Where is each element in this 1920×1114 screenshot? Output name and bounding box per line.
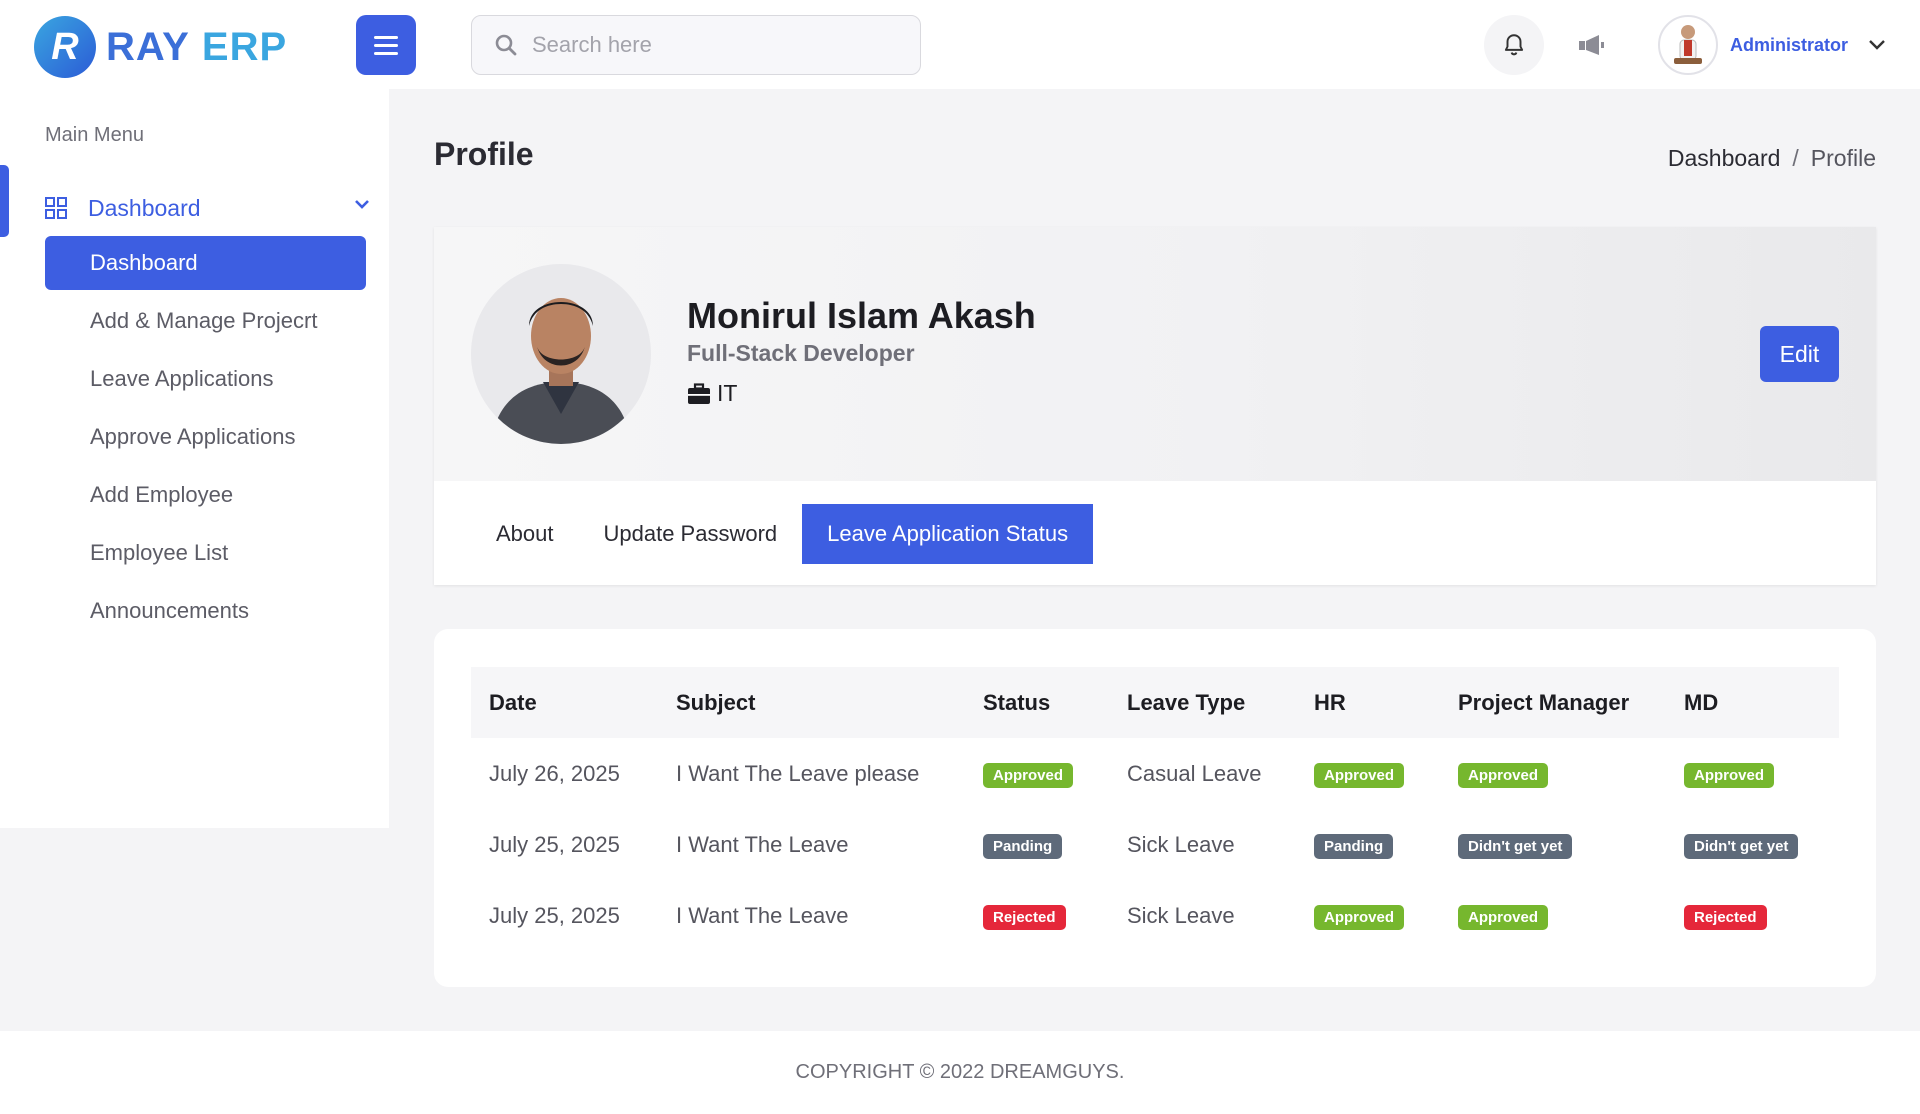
hr-status-badge: Panding — [1314, 833, 1394, 859]
column-header: Subject — [676, 689, 756, 715]
pm-status-badge: Approved — [1458, 904, 1549, 930]
copyright-text: COPYRIGHT © 2022 DREAMGUYS. — [795, 1061, 1125, 1083]
profile-tabs: About Update Password Leave Application … — [471, 504, 1094, 564]
footer: COPYRIGHT © 2022 DREAMGUYS. — [0, 1031, 1920, 1114]
table-header-row: Date Subject Status Leave Type HR Projec… — [471, 667, 1839, 738]
breadcrumb-current: Profile — [1810, 145, 1876, 171]
grid-icon — [45, 197, 67, 219]
md-status-badge: Rejected — [1684, 904, 1767, 930]
brand-first: RAY — [106, 24, 190, 69]
sidebar-item-leave-applications[interactable]: Leave Applications — [45, 352, 366, 406]
user-menu[interactable]: Administrator — [1658, 15, 1886, 75]
tab-update-password[interactable]: Update Password — [579, 504, 803, 564]
sidebar-item-add-employee[interactable]: Add Employee — [45, 468, 366, 522]
department-label: IT — [717, 380, 738, 406]
column-header: HR — [1314, 689, 1346, 715]
status-badge: Approved — [983, 762, 1074, 788]
subject-cell: I Want The Leave — [676, 902, 849, 928]
status-badge: Rejected — [983, 904, 1066, 930]
brand-logo[interactable]: R RAY ERP — [34, 15, 304, 79]
tab-about[interactable]: About — [471, 504, 579, 564]
sidebar-item-announcements[interactable]: Announcements — [45, 584, 366, 638]
chevron-down-icon — [1869, 40, 1885, 50]
date-cell: July 25, 2025 — [489, 902, 620, 928]
logo-icon: R — [34, 16, 96, 78]
profile-person-image — [471, 264, 651, 444]
leave-type-cell: Sick Leave — [1127, 831, 1235, 857]
status-badge: Panding — [983, 833, 1063, 859]
sidebar-toggle-button[interactable] — [356, 15, 416, 75]
hamburger-icon — [374, 35, 398, 39]
user-name: Administrator — [1730, 34, 1849, 55]
megaphone-icon — [1579, 35, 1604, 55]
search-input[interactable] — [532, 32, 912, 58]
leave-status-table: Date Subject Status Leave Type HR Projec… — [471, 667, 1839, 951]
sidebar-item-employee-list[interactable]: Employee List — [45, 526, 366, 580]
leave-type-cell: Casual Leave — [1127, 760, 1262, 786]
edit-profile-button[interactable]: Edit — [1760, 326, 1839, 382]
avatar — [1658, 15, 1718, 75]
profile-header: Monirul Islam Akash Full-Stack Developer… — [434, 227, 1876, 481]
date-cell: July 26, 2025 — [489, 760, 620, 786]
column-header: Date — [489, 689, 537, 715]
brand-name: RAY ERP — [106, 25, 287, 70]
table-row: July 25, 2025 I Want The Leave Rejected … — [471, 880, 1839, 951]
breadcrumb-separator: / — [1792, 145, 1799, 171]
sidebar-item-add-manage-project[interactable]: Add & Manage Projecrt — [45, 294, 366, 348]
breadcrumb: Dashboard / Profile — [1668, 145, 1876, 172]
subject-cell: I Want The Leave — [676, 831, 849, 857]
sidebar-submenu: Dashboard Add & Manage Projecrt Leave Ap… — [45, 236, 366, 642]
profile-card: Monirul Islam Akash Full-Stack Developer… — [434, 227, 1876, 585]
sidebar-menu-title: Main Menu — [45, 124, 144, 146]
sidebar-item-dashboard[interactable]: Dashboard — [45, 236, 366, 290]
page-title: Profile — [434, 136, 534, 172]
hr-status-badge: Approved — [1314, 904, 1405, 930]
top-header: R RAY ERP Search here Administrator — [0, 0, 1920, 89]
column-header: Leave Type — [1127, 689, 1246, 715]
date-cell: July 25, 2025 — [489, 831, 620, 857]
md-status-badge: Approved — [1684, 762, 1775, 788]
hr-status-badge: Approved — [1314, 762, 1405, 788]
subject-cell: I Want The Leave please — [676, 760, 920, 786]
pm-status-badge: Approved — [1458, 762, 1549, 788]
breadcrumb-dashboard-link[interactable]: Dashboard — [1668, 145, 1781, 172]
column-header: MD — [1684, 689, 1719, 715]
sidebar-item-approve-applications[interactable]: Approve Applications — [45, 410, 366, 464]
profile-name: Monirul Islam Akash — [687, 295, 1036, 336]
bell-icon — [1504, 34, 1524, 56]
search-box — [471, 15, 921, 75]
pm-status-badge: Didn't get yet — [1458, 833, 1573, 859]
brand-second: ERP — [201, 24, 288, 69]
column-header: Status — [983, 689, 1051, 715]
table-row: July 25, 2025 I Want The Leave Panding S… — [471, 809, 1839, 880]
announcements-button[interactable] — [1576, 30, 1606, 60]
profile-photo — [471, 264, 651, 444]
search-icon — [495, 34, 517, 56]
user-avatar-icon — [1674, 25, 1702, 64]
table-row: July 26, 2025 I Want The Leave please Ap… — [471, 738, 1839, 809]
sidebar: Main Menu Dashboard Dashboard Add & Mana… — [0, 89, 389, 828]
profile-role: Full-Stack Developer — [687, 340, 915, 366]
leave-type-cell: Sick Leave — [1127, 902, 1235, 928]
chevron-down-icon — [355, 200, 369, 209]
sidebar-group-label: Dashboard — [88, 194, 201, 221]
tab-leave-application-status[interactable]: Leave Application Status — [802, 504, 1094, 564]
column-header: Project Manager — [1458, 689, 1630, 715]
sidebar-item-dashboard-group[interactable]: Dashboard — [45, 186, 370, 230]
leave-status-card: Date Subject Status Leave Type HR Projec… — [434, 629, 1876, 987]
md-status-badge: Didn't get yet — [1684, 833, 1799, 859]
notifications-button[interactable] — [1484, 15, 1544, 75]
briefcase-icon — [688, 382, 710, 404]
profile-department: IT — [687, 380, 737, 407]
active-section-indicator — [0, 165, 9, 237]
